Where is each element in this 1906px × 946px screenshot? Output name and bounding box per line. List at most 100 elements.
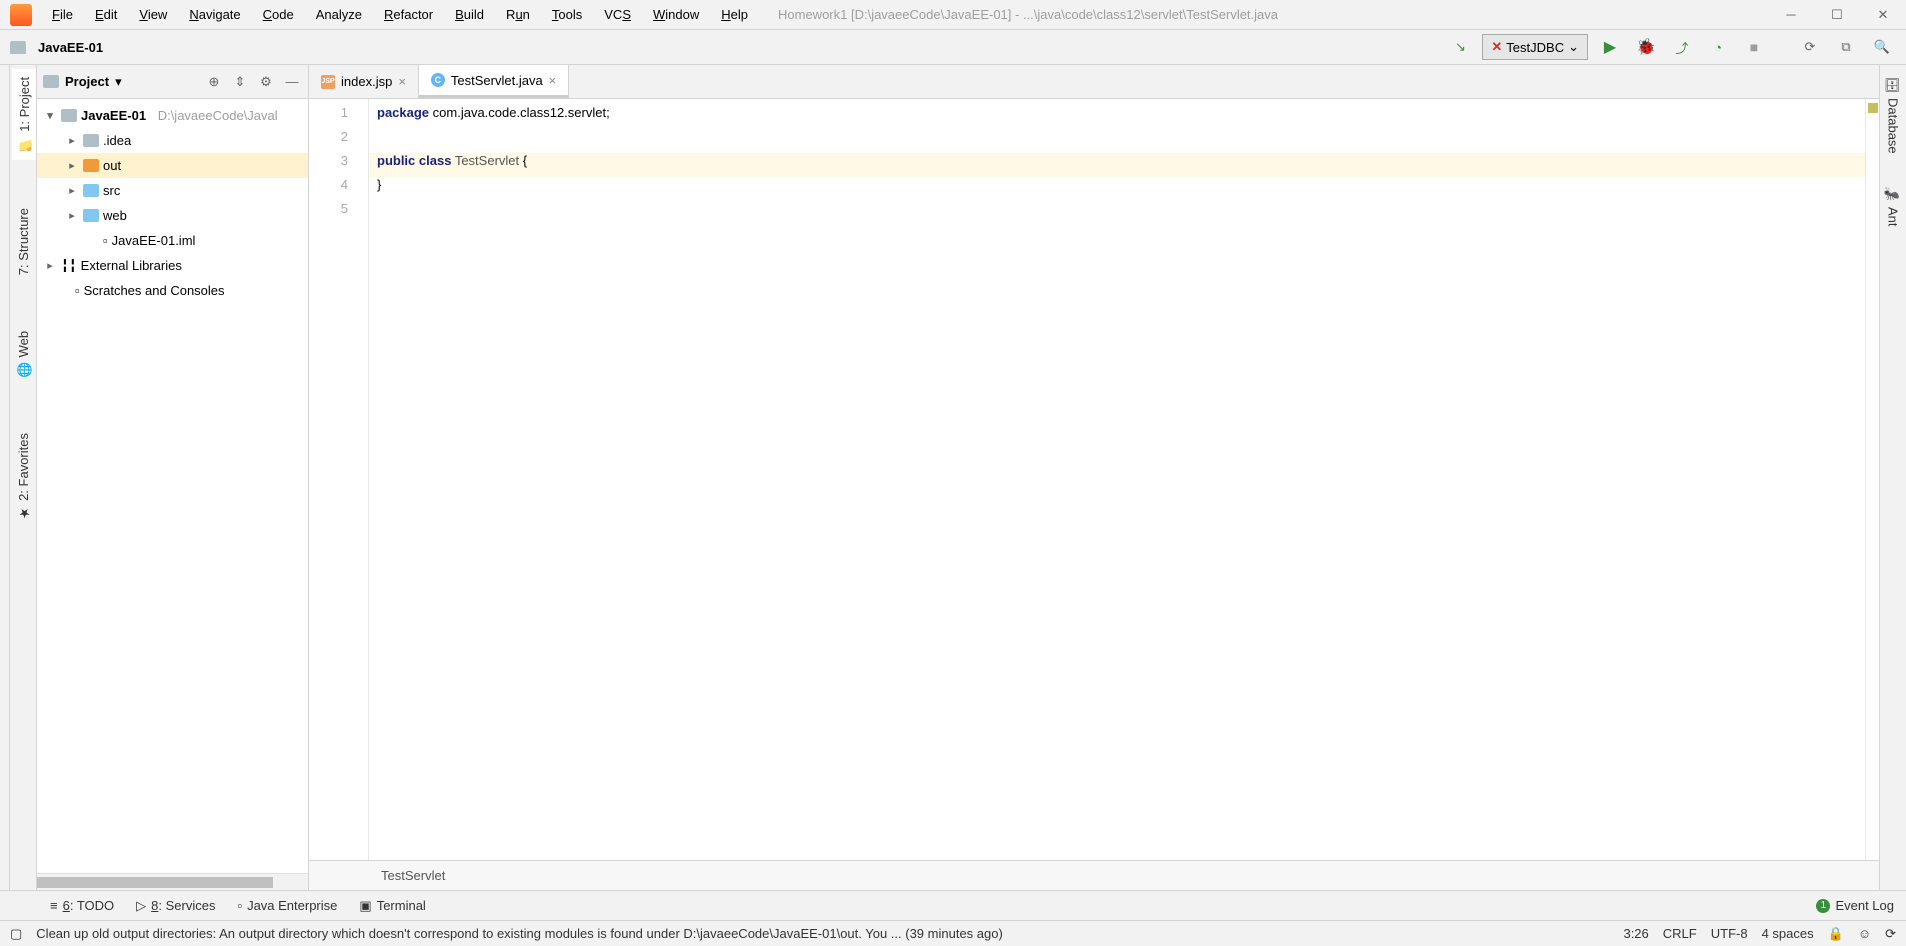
tree-scrollbar[interactable]	[37, 873, 308, 890]
jsp-file-icon: JSP	[321, 75, 335, 89]
sidebar-tab-structure[interactable]: 7: Structure	[12, 200, 35, 283]
menu-build[interactable]: Build	[445, 3, 494, 26]
menu-analyze[interactable]: Analyze	[306, 3, 372, 26]
tree-folder-out[interactable]: ▸out	[37, 153, 308, 178]
titlebar: File Edit View Navigate Code Analyze Ref…	[0, 0, 1906, 30]
editor-tabs: JSP index.jsp × C TestServlet.java ×	[309, 65, 1879, 99]
folder-icon	[83, 134, 99, 147]
toolwindow-java-ee[interactable]: ▫Java Enterprise	[237, 898, 337, 913]
menu-file[interactable]: File	[42, 3, 83, 26]
minimize-button[interactable]: ─	[1768, 0, 1814, 30]
inspector-icon[interactable]: ☺	[1858, 926, 1871, 941]
menu-window[interactable]: Window	[643, 3, 709, 26]
close-tab-button[interactable]: ×	[398, 74, 406, 89]
maximize-button[interactable]: ☐	[1814, 0, 1860, 30]
line-gutter: 1 2 3 4 5	[309, 99, 369, 860]
app-icon	[10, 4, 32, 26]
folder-icon	[83, 159, 99, 172]
status-bar: ▢ Clean up old output directories: An ou…	[0, 920, 1906, 946]
main-area: 📁1: Project 7: Structure 🌐Web ★2: Favori…	[0, 65, 1906, 890]
close-button[interactable]: ✕	[1860, 0, 1906, 30]
libs-icon: ╏╏	[61, 258, 77, 274]
toolwindow-event-log[interactable]: 1Event Log	[1816, 898, 1894, 913]
notification-badge: 1	[1816, 899, 1830, 913]
sidebar-tab-project[interactable]: 📁1: Project	[12, 69, 36, 160]
lock-icon[interactable]: 🔒	[1828, 926, 1844, 942]
menu-refactor[interactable]: Refactor	[374, 3, 443, 26]
menu-run[interactable]: Run	[496, 3, 540, 26]
line-number: 1	[309, 105, 368, 129]
search-everywhere-button[interactable]: ⧉	[1832, 33, 1860, 61]
tree-folder-web[interactable]: ▸web	[37, 203, 308, 228]
menu-tools[interactable]: Tools	[542, 3, 592, 26]
collapse-icon[interactable]: ⇕	[230, 74, 250, 90]
folder-icon	[10, 41, 26, 54]
debug-button[interactable]: 🐞	[1632, 33, 1660, 61]
line-number: 3	[309, 153, 368, 177]
folder-icon	[83, 209, 99, 222]
chevron-down-icon[interactable]: ▾	[115, 74, 122, 90]
tab-testservlet[interactable]: C TestServlet.java ×	[419, 65, 569, 98]
locate-icon[interactable]: ⊕	[204, 74, 224, 90]
run-coverage-button[interactable]: ⤴	[1668, 33, 1696, 61]
sidebar-tab-ant[interactable]: 🐜Ant	[1882, 181, 1905, 232]
search-icon[interactable]: 🔍	[1868, 33, 1896, 61]
tree-root[interactable]: ▾ JavaEE-01 D:\javaeeCode\Javal	[37, 103, 308, 128]
project-view-label[interactable]: Project	[65, 74, 109, 89]
title-path: Homework1 [D:\javaeeCode\JavaEE-01] - ..…	[778, 7, 1278, 22]
project-panel-header: Project ▾ ⊕ ⇕ ⚙ —	[37, 65, 308, 99]
sidebar-tab-favorites[interactable]: ★2: Favorites	[12, 425, 35, 528]
module-file-icon: ▫	[103, 233, 108, 248]
menu-view[interactable]: View	[129, 3, 177, 26]
tree-file-iml[interactable]: ▸▫JavaEE-01.iml	[37, 228, 308, 253]
line-ending[interactable]: CRLF	[1663, 926, 1697, 941]
file-encoding[interactable]: UTF-8	[1711, 926, 1748, 941]
close-tab-button[interactable]: ×	[549, 73, 557, 88]
sidebar-tab-web[interactable]: 🌐Web	[12, 323, 35, 385]
gear-icon[interactable]: ⚙	[256, 74, 276, 90]
editor-body: 1 2 3 4 5 package com.java.code.class12.…	[309, 99, 1879, 860]
breadcrumb-root[interactable]: JavaEE-01	[38, 40, 103, 55]
menu-navigate[interactable]: Navigate	[179, 3, 250, 26]
invalid-config-icon: ✕	[1491, 39, 1502, 55]
folder-icon	[43, 75, 59, 88]
editor-breadcrumb[interactable]: TestServlet	[309, 860, 1879, 890]
toolwindow-terminal[interactable]: ▣Terminal	[359, 898, 425, 914]
project-tree: ▾ JavaEE-01 D:\javaeeCode\Javal ▸.idea ▸…	[37, 99, 308, 873]
editor-area: JSP index.jsp × C TestServlet.java × 1 2…	[309, 65, 1879, 890]
run-config-select[interactable]: ✕ TestJDBC ⌄	[1482, 34, 1588, 60]
toolwindow-services[interactable]: ▷8: Services	[136, 898, 215, 914]
code-line: public class TestServlet {	[369, 153, 1865, 177]
update-button[interactable]: ⟳	[1796, 33, 1824, 61]
menu-vcs[interactable]: VCS	[594, 3, 641, 26]
toolwindow-quick-icon[interactable]: ▢	[10, 926, 22, 942]
stop-button[interactable]: ■	[1740, 33, 1768, 61]
memory-indicator[interactable]: ⟳	[1885, 926, 1896, 942]
tree-folder-src[interactable]: ▸src	[37, 178, 308, 203]
tree-external-libs[interactable]: ▸╏╏External Libraries	[37, 253, 308, 278]
tree-scratches[interactable]: ▸▫Scratches and Consoles	[37, 278, 308, 303]
list-icon: ≡	[50, 898, 58, 913]
editor-marker-strip[interactable]	[1865, 99, 1879, 860]
menu-code[interactable]: Code	[253, 3, 304, 26]
indent-setting[interactable]: 4 spaces	[1762, 926, 1814, 941]
folder-icon	[83, 184, 99, 197]
tree-folder-idea[interactable]: ▸.idea	[37, 128, 308, 153]
tab-index-jsp[interactable]: JSP index.jsp ×	[309, 65, 419, 98]
hide-icon[interactable]: —	[282, 74, 302, 89]
build-hammer-icon[interactable]: ↘	[1446, 33, 1474, 61]
sidebar-tab-database[interactable]: 🗄Database	[1882, 71, 1905, 159]
profile-button[interactable]: ◔	[1704, 33, 1732, 61]
left-gutter	[0, 65, 10, 890]
menu-edit[interactable]: Edit	[85, 3, 127, 26]
line-number: 5	[309, 201, 368, 225]
chevron-down-icon: ⌄	[1568, 39, 1579, 55]
run-button[interactable]: ▶	[1596, 33, 1624, 61]
menu-help[interactable]: Help	[711, 3, 758, 26]
tab-label: TestServlet.java	[451, 73, 543, 88]
code-editor[interactable]: package com.java.code.class12.servlet; p…	[369, 99, 1865, 860]
module-icon	[61, 109, 77, 122]
caret-position[interactable]: 3:26	[1623, 926, 1648, 941]
code-line	[369, 129, 1865, 153]
toolwindow-todo[interactable]: ≡6: TODO	[50, 898, 114, 913]
